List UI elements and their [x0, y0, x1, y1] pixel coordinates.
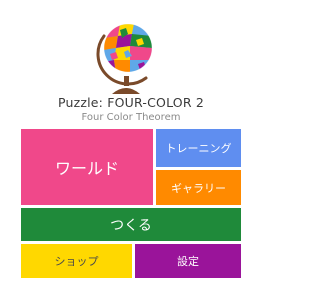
training-button[interactable]: トレーニング — [156, 129, 241, 167]
world-button[interactable]: ワールド — [21, 129, 153, 205]
app-subtitle: Four Color Theorem — [81, 112, 181, 123]
main-menu-screen: Puzzle: FOUR-COLOR 2 Four Color Theorem … — [0, 0, 262, 300]
training-button-label: トレーニング — [165, 142, 232, 155]
colored-globe-icon — [96, 23, 153, 94]
settings-button[interactable]: 設定 — [135, 244, 241, 278]
shop-button-label: ショップ — [54, 255, 99, 268]
create-button[interactable]: つくる — [21, 208, 241, 241]
shop-button[interactable]: ショップ — [21, 244, 132, 278]
create-button-label: つくる — [110, 217, 152, 234]
gallery-button-label: ギャラリー — [171, 181, 226, 195]
settings-button-label: 設定 — [177, 255, 199, 268]
world-button-label: ワールド — [54, 159, 119, 178]
gallery-button[interactable]: ギャラリー — [156, 170, 241, 205]
app-title: Puzzle: FOUR-COLOR 2 — [57, 95, 205, 110]
